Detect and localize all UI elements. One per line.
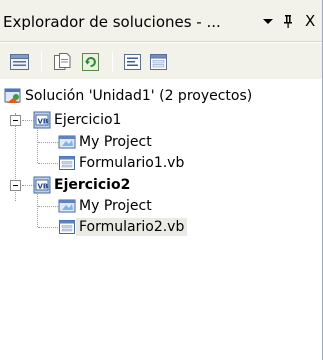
item-label: My Project bbox=[79, 198, 152, 214]
item-label: Formulario1.vb bbox=[79, 155, 185, 171]
my-project-icon bbox=[58, 133, 76, 151]
item-label: My Project bbox=[79, 134, 152, 150]
tree-connector bbox=[37, 127, 38, 163]
solution-icon bbox=[4, 87, 22, 105]
pin-icon[interactable] bbox=[282, 13, 294, 33]
tree-item-project-ejercicio1[interactable]: VB Ejercicio1 bbox=[33, 109, 124, 131]
tree-item-form-file[interactable]: Formulario1.vb bbox=[58, 152, 187, 174]
refresh-icon[interactable] bbox=[80, 52, 102, 72]
tree-item-my-project[interactable]: My Project bbox=[58, 131, 155, 153]
view-code-icon[interactable] bbox=[122, 52, 144, 72]
close-icon[interactable]: X bbox=[305, 13, 315, 29]
tree-connector bbox=[38, 142, 58, 143]
solution-explorer-panel: Explorador de soluciones - ... X Solució… bbox=[0, 0, 323, 360]
chevron-down-icon[interactable] bbox=[262, 13, 274, 33]
collapse-toggle-ejercicio2[interactable] bbox=[10, 180, 21, 191]
form-icon bbox=[58, 218, 76, 236]
vb-project-icon: VB bbox=[33, 176, 51, 194]
vb-project-icon: VB bbox=[33, 111, 51, 129]
tree-item-solution[interactable]: Solución 'Unidad1' (2 proyectos) bbox=[4, 85, 255, 107]
panel-titlebar: Explorador de soluciones - ... X bbox=[0, 0, 322, 42]
panel-toolbar bbox=[0, 43, 322, 79]
project-label: Ejercicio2 bbox=[54, 177, 131, 193]
my-project-icon bbox=[58, 197, 76, 215]
tree-item-form-file-selected[interactable]: Formulario2.vb bbox=[58, 216, 188, 238]
item-label: Formulario2.vb bbox=[76, 218, 188, 236]
form-icon bbox=[58, 154, 76, 172]
svg-text:VB: VB bbox=[38, 183, 49, 191]
tree-item-project-ejercicio2[interactable]: VB Ejercicio2 bbox=[33, 174, 133, 196]
tree-connector bbox=[38, 163, 58, 164]
view-designer-icon[interactable] bbox=[148, 52, 170, 72]
solution-tree: Solución 'Unidad1' (2 proyectos) VB Ejer… bbox=[0, 79, 322, 360]
solution-label: Solución 'Unidad1' (2 proyectos) bbox=[25, 88, 253, 104]
toolbar-separator bbox=[112, 52, 113, 72]
tree-connector bbox=[38, 206, 58, 207]
toolbar-separator bbox=[41, 52, 42, 72]
svg-text:VB: VB bbox=[38, 118, 49, 126]
properties-icon[interactable] bbox=[9, 52, 31, 72]
tree-connector bbox=[38, 227, 58, 228]
tree-connector bbox=[37, 191, 38, 227]
tree-item-my-project[interactable]: My Project bbox=[58, 195, 155, 217]
project-label: Ejercicio1 bbox=[54, 112, 122, 128]
panel-title: Explorador de soluciones - ... bbox=[3, 13, 221, 31]
show-all-files-icon[interactable] bbox=[52, 52, 74, 72]
collapse-toggle-ejercicio1[interactable] bbox=[10, 115, 21, 126]
